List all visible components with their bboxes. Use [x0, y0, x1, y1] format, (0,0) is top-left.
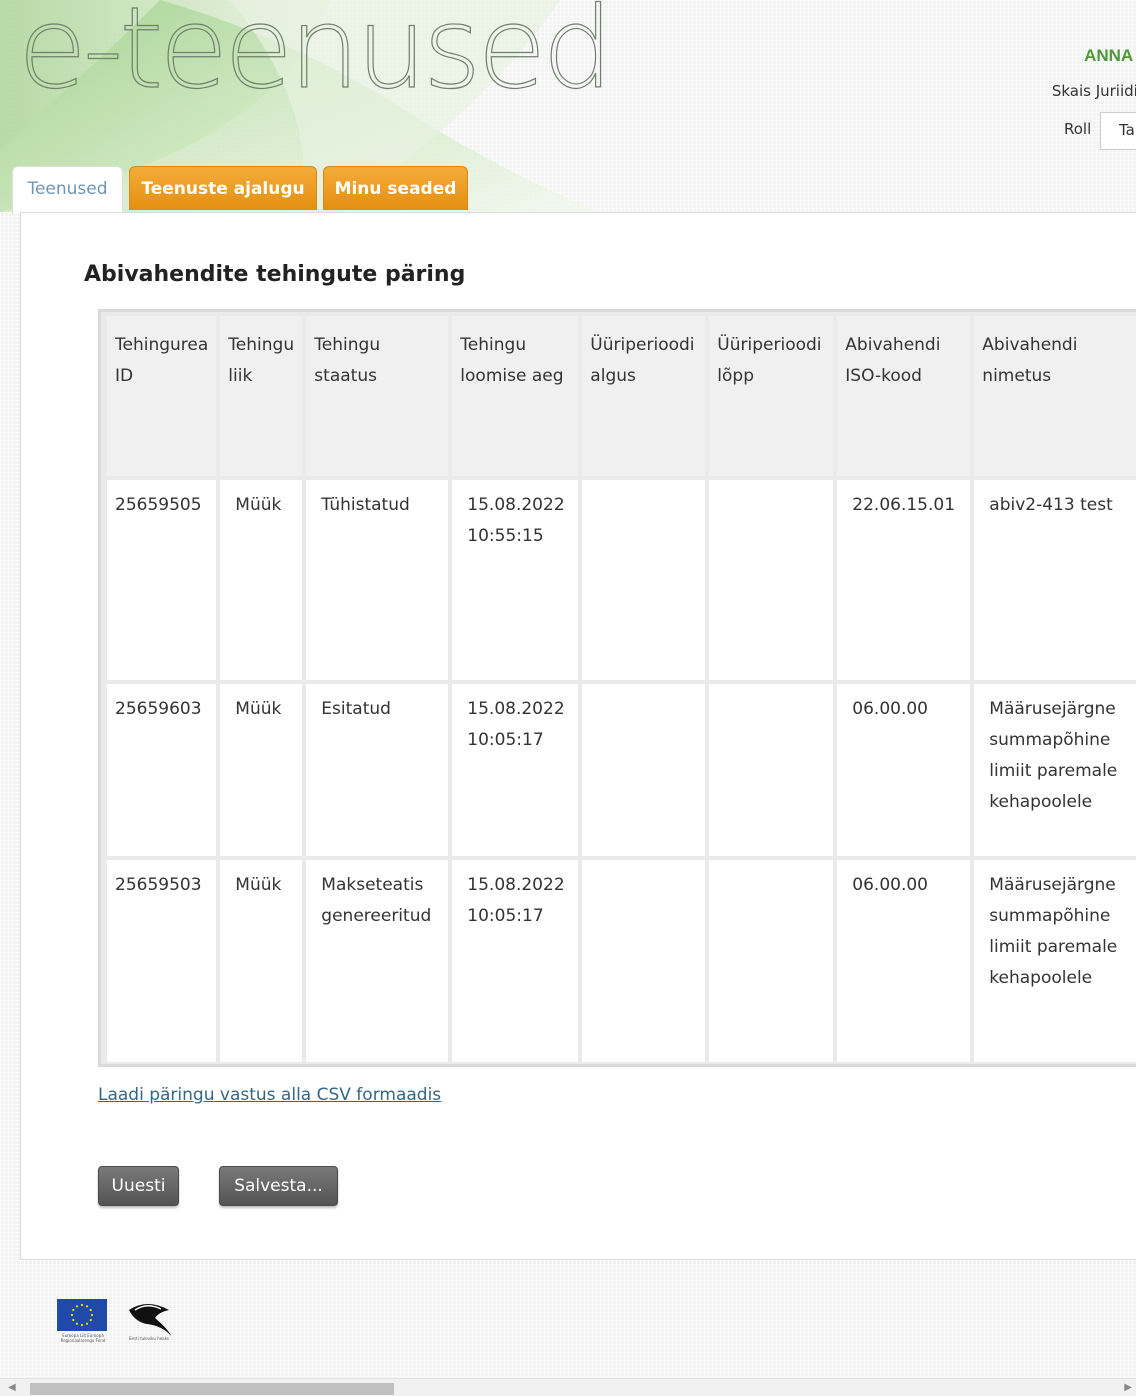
- table-cell-iso-code: 06.00.00: [837, 684, 971, 856]
- table-cell-rent-start: [582, 860, 706, 1062]
- table-cell-status: Tühistatud: [306, 480, 449, 680]
- table-row: 25659603 Müük Esitatud 15.08.2022 10:05:…: [107, 684, 1136, 856]
- table-row: 25659505 Müük Tühistatud 15.08.2022 10:5…: [107, 480, 1136, 680]
- user-name: ANNA I: [1084, 46, 1136, 65]
- table-cell-rent-end: [709, 480, 834, 680]
- role-select[interactable]: Ta: [1100, 112, 1136, 150]
- horizontal-scrollbar[interactable]: ◀ ▶: [0, 1378, 1136, 1396]
- table-cell-rent-end: [709, 860, 834, 1062]
- table-cell-rent-start: [582, 480, 706, 680]
- column-header: Üüriperioodi algus: [582, 316, 706, 476]
- tab-teenuste-ajalugu[interactable]: Teenuste ajalugu: [129, 166, 317, 210]
- table-cell-rent-start: [582, 684, 706, 856]
- table-cell-status: Esitatud: [306, 684, 449, 856]
- table-cell-rent-end: [709, 684, 834, 856]
- table-cell-created: 15.08.2022 10:05:17: [452, 860, 579, 1062]
- table-cell-status: Makseteatis genereeritud: [306, 860, 449, 1062]
- tab-minu-seaded[interactable]: Minu seaded: [323, 166, 468, 210]
- column-header: Tehingu staatus: [306, 316, 449, 476]
- table-cell-created: 15.08.2022 10:05:17: [452, 684, 579, 856]
- table-cell-created: 15.08.2022 10:55:15: [452, 480, 579, 680]
- table-cell-id: 25659603: [107, 684, 217, 856]
- results-table: Tehingurea ID Tehingu liik Tehingu staat…: [103, 312, 1136, 1066]
- column-header: Abivahendi nimetus: [974, 316, 1136, 476]
- eu-flag-icon: [57, 1299, 107, 1331]
- scrollbar-thumb[interactable]: [30, 1383, 394, 1395]
- table-cell-id: 25659505: [107, 480, 217, 680]
- table-cell-iso-code: 22.06.15.01: [837, 480, 971, 680]
- scroll-left-icon[interactable]: ◀: [8, 1382, 16, 1393]
- column-header: Tehingu loomise aeg: [452, 316, 579, 476]
- user-organization: Skais Juriidil: [1051, 82, 1136, 100]
- table-cell-type: Müük: [220, 480, 303, 680]
- results-table-container: Tehingurea ID Tehingu liik Tehingu staat…: [98, 309, 1136, 1067]
- download-csv-link[interactable]: Laadi päringu vastus alla CSV formaadis: [98, 1085, 441, 1105]
- table-cell-name: Määrusejärgne summapõhine limiit paremal…: [974, 860, 1136, 1062]
- page-title: Abivahendite tehingute päring: [84, 262, 466, 287]
- estonia-logo-icon: [129, 1304, 171, 1336]
- column-header: Tehingu liik: [220, 316, 303, 476]
- eu-caption: Euroopa Liit Euroopa Regionaalarengu Fon…: [60, 1333, 106, 1343]
- tab-teenused[interactable]: Teenused: [12, 166, 123, 214]
- column-header: Tehingurea ID: [107, 316, 217, 476]
- site-logo[interactable]: e-teenused: [17, 0, 614, 116]
- role-label: Roll: [1064, 120, 1092, 138]
- estonia-caption: Eesti tuleviku heaks: [128, 1336, 170, 1341]
- save-button[interactable]: Salvesta...: [219, 1166, 338, 1206]
- table-row: 25659503 Müük Makseteatis genereeritud 1…: [107, 860, 1136, 1062]
- table-cell-id: 25659503: [107, 860, 217, 1062]
- table-cell-iso-code: 06.00.00: [837, 860, 971, 1062]
- table-cell-name: abiv2-413 test: [974, 480, 1136, 680]
- column-header: Üüriperioodi lõpp: [709, 316, 834, 476]
- table-cell-type: Müük: [220, 860, 303, 1062]
- table-cell-type: Müük: [220, 684, 303, 856]
- table-cell-name: Määrusejärgne summapõhine limiit paremal…: [974, 684, 1136, 856]
- new-query-button[interactable]: Uuesti: [98, 1166, 179, 1206]
- column-header: Abivahendi ISO-kood: [837, 316, 971, 476]
- scroll-right-icon[interactable]: ▶: [1124, 1382, 1132, 1393]
- table-header-row: Tehingurea ID Tehingu liik Tehingu staat…: [107, 316, 1136, 476]
